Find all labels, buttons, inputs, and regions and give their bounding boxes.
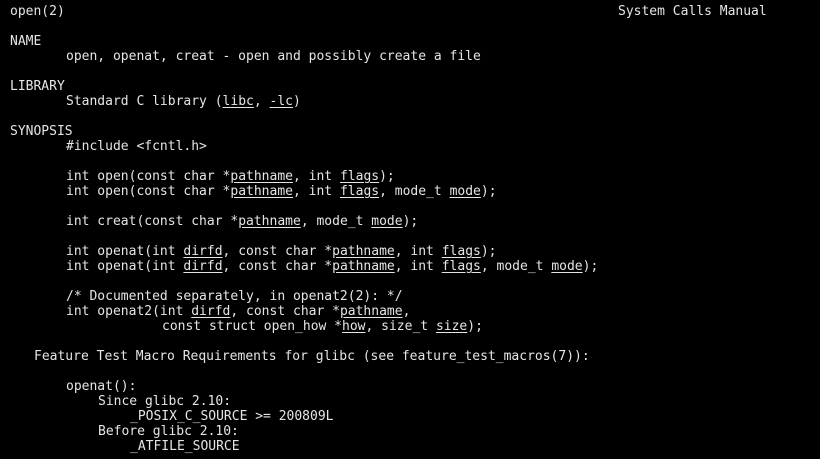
code-text: , mode_t [379,184,450,199]
param-dirfd: dirfd [191,304,231,319]
code-text: , int [293,169,340,184]
param-size: size [435,319,468,334]
code-text: ); [582,259,599,274]
library-suffix: ) [293,94,301,109]
code-text: const struct open_how * [162,319,343,334]
ftm-before-value: _ATFILE_SOURCE [130,439,240,454]
code-text: ); [402,214,419,229]
code-text: ); [480,244,497,259]
ftm-since-value: _POSIX_C_SOURCE >= 200809L [130,409,334,424]
code-text: , size_t [365,319,436,334]
param-pathname: pathname [339,304,403,319]
terminal-window[interactable]: open(2) System Calls Manual NAME open, o… [0,0,820,459]
param-flags: flags [441,259,481,274]
code-text: , int [293,184,340,199]
synopsis-open-line-1: int open(const char *pathname, int flags… [66,169,395,184]
code-text: int openat(int [66,244,184,259]
code-text: ); [467,319,483,334]
code-text: int creat(const char * [66,214,239,229]
param-flags: flags [339,169,380,184]
synopsis-openat-line-2: int openat(int dirfd, const char *pathna… [66,259,598,274]
code-text: ); [480,184,497,199]
param-pathname: pathname [332,259,395,274]
param-pathname: pathname [230,169,293,184]
param-how: how [342,319,366,334]
param-dirfd: dirfd [183,244,223,259]
library-prefix: Standard C library ( [66,94,223,109]
man-header-left: open(2) [10,4,65,19]
code-text: , const char * [222,244,333,259]
param-dirfd: dirfd [183,259,223,274]
ftm-heading: Feature Test Macro Requirements for glib… [34,349,590,364]
name-description: open, openat, creat - open and possibly … [66,49,481,64]
code-text: , [402,304,411,319]
param-pathname: pathname [332,244,395,259]
synopsis-creat-line: int creat(const char *pathname, mode_t m… [66,214,418,229]
code-text: , int [394,244,442,259]
param-pathname: pathname [230,184,293,199]
section-heading-synopsis: SYNOPSIS [10,124,73,139]
param-pathname: pathname [238,214,301,229]
param-mode: mode [371,214,403,229]
synopsis-openat-line-1: int openat(int dirfd, const char *pathna… [66,244,497,259]
code-text: , mode_t [300,214,372,229]
library-lc-link[interactable]: -lc [270,94,293,109]
synopsis-open-line-2: int open(const char *pathname, int flags… [66,184,497,199]
synopsis-openat2-line-1: int openat2(int dirfd, const char *pathn… [66,304,410,319]
section-heading-name: NAME [10,34,42,49]
code-text: ); [379,169,395,184]
man-header-right: System Calls Manual [618,4,767,19]
code-text: int open(const char * [66,169,231,184]
param-flags: flags [339,184,380,199]
code-text: int open(const char * [66,184,231,199]
section-heading-library: LIBRARY [10,79,65,94]
library-libc-link[interactable]: libc [223,94,254,109]
ftm-before: Before glibc 2.10: [98,424,239,439]
synopsis-include: #include <fcntl.h> [66,139,207,154]
ftm-function: openat(): [66,379,137,394]
param-flags: flags [441,244,481,259]
param-mode: mode [449,184,481,199]
code-text: int openat2(int [66,304,192,319]
code-text: , const char * [230,304,340,319]
code-text: , mode_t [480,259,552,274]
synopsis-openat2-line-2: const struct open_how *how, size_t size)… [162,319,483,334]
synopsis-comment: /* Documented separately, in openat2(2):… [66,289,403,304]
code-text: , const char * [222,259,333,274]
param-mode: mode [551,259,583,274]
ftm-since: Since glibc 2.10: [98,394,232,409]
library-line: Standard C library (libc, -lc) [66,94,301,109]
code-text: int openat(int [66,259,184,274]
library-separator: , [253,94,270,109]
code-text: , int [394,259,442,274]
